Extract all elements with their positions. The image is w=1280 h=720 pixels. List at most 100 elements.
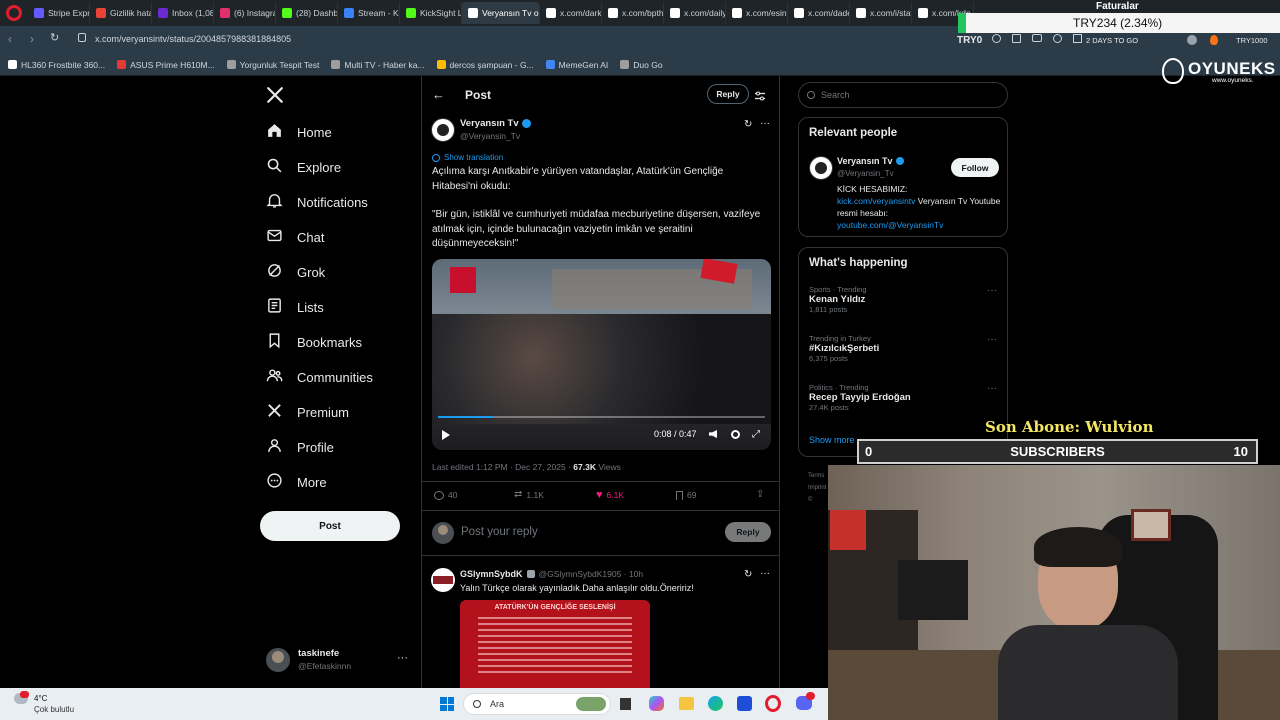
author-handle[interactable]: @Veryansin_Tv bbox=[460, 131, 520, 141]
reply-author-name[interactable]: GSlymnSybdK bbox=[460, 569, 523, 579]
browser-tab[interactable]: x.com/dark bbox=[540, 2, 602, 24]
file-explorer-icon[interactable] bbox=[679, 697, 694, 710]
url-field[interactable]: x.com/veryansintv/status/200485798838188… bbox=[95, 34, 291, 44]
reload-icon[interactable]: ↻ bbox=[50, 31, 59, 44]
post-more-icon[interactable]: ··· bbox=[760, 118, 770, 129]
back-arrow-icon[interactable]: ← bbox=[432, 87, 445, 102]
browser-tab[interactable]: x.com/esint bbox=[726, 2, 788, 24]
browser-tab[interactable]: Gizlilik hata bbox=[90, 2, 152, 24]
sliders-icon[interactable] bbox=[755, 88, 765, 101]
reply-grok-icon[interactable]: ↻ bbox=[744, 569, 752, 580]
opera-taskbar-icon[interactable] bbox=[765, 695, 781, 712]
author-avatar[interactable] bbox=[431, 118, 455, 142]
share-icon[interactable]: ⇪ bbox=[756, 489, 764, 500]
browser-tab[interactable]: (28) Dashbo bbox=[276, 2, 338, 24]
bookmark-item[interactable]: dercos şampuan - G... bbox=[436, 60, 534, 70]
nav-item-bookmarks[interactable]: Bookmarks bbox=[266, 332, 362, 352]
taskview-icon[interactable] bbox=[620, 698, 631, 710]
weather-desc[interactable]: Çok bulutlu bbox=[34, 705, 74, 714]
bio-kick-link[interactable]: kick.com/veryansintv bbox=[837, 196, 915, 206]
bookmark-item[interactable]: Duo Go bbox=[620, 60, 663, 70]
windows-start-icon[interactable] bbox=[440, 697, 454, 711]
settings-gear-icon[interactable] bbox=[731, 430, 740, 439]
reply-action[interactable]: 40 bbox=[434, 490, 457, 500]
camera-ext-icon[interactable] bbox=[1032, 34, 1042, 42]
volume-icon[interactable] bbox=[709, 430, 717, 438]
copilot-icon[interactable] bbox=[649, 696, 664, 711]
reply-author-avatar[interactable] bbox=[431, 568, 455, 592]
relevant-person-name[interactable]: Veryansın Tv bbox=[837, 156, 893, 166]
browser-tab[interactable]: Stream - Ki bbox=[338, 2, 400, 24]
cube-ext-icon[interactable] bbox=[1073, 34, 1082, 43]
bookmark-item[interactable]: Multi TV - Haber ka... bbox=[331, 60, 425, 70]
nav-item-explore[interactable]: Explore bbox=[266, 157, 341, 177]
reply-submit-button[interactable]: Reply bbox=[725, 522, 771, 542]
fullscreen-icon[interactable]: ⤢ bbox=[752, 429, 760, 440]
weather-temp[interactable]: 4°C bbox=[34, 694, 47, 703]
trend-item[interactable]: Sports · Trending Kenan Yıldız 1,811 posts… bbox=[809, 285, 999, 314]
trend-more-icon[interactable]: ··· bbox=[987, 334, 997, 345]
reply-input[interactable]: Post your reply bbox=[461, 526, 538, 538]
relevant-person-avatar[interactable] bbox=[809, 156, 833, 180]
bookmark-item[interactable]: MemeGen AI bbox=[545, 60, 608, 70]
show-translation-link[interactable]: Show translation bbox=[432, 153, 503, 162]
browser-tab[interactable]: Stripe Expre bbox=[28, 2, 90, 24]
account-more-icon[interactable]: ··· bbox=[397, 652, 408, 664]
search-input[interactable]: Search bbox=[798, 82, 1008, 108]
taskbar-search[interactable]: Ara bbox=[463, 693, 611, 715]
video-player[interactable]: 0:08 / 0:47 ⤢ bbox=[432, 259, 771, 450]
nav-item-chat[interactable]: Chat bbox=[266, 227, 324, 247]
browser-tab[interactable]: Inbox (1,08 bbox=[152, 2, 214, 24]
browser-tab[interactable]: (6) Instagra bbox=[214, 2, 276, 24]
opera-logo-icon[interactable] bbox=[6, 5, 22, 21]
trend-more-icon[interactable]: ··· bbox=[987, 383, 997, 394]
fire-ext-icon[interactable] bbox=[1210, 35, 1218, 45]
reply-more-icon[interactable]: ··· bbox=[760, 568, 770, 579]
x-logo-icon[interactable] bbox=[266, 86, 284, 109]
browser-tab[interactable]: Veryansın Tv on X: " bbox=[462, 2, 540, 24]
repost-action[interactable]: ⇄ 1.1K bbox=[514, 489, 544, 500]
forward-arrow-icon[interactable]: › bbox=[30, 32, 34, 46]
follow-button[interactable]: Follow bbox=[951, 158, 999, 177]
nav-item-more[interactable]: More bbox=[266, 472, 327, 492]
store-icon[interactable] bbox=[737, 696, 752, 711]
extension-try0[interactable]: TRY0 bbox=[957, 35, 982, 46]
back-arrow-icon[interactable]: ‹ bbox=[8, 32, 12, 46]
show-more-link[interactable]: Show more bbox=[809, 435, 855, 445]
bio-youtube-link[interactable]: youtube.com/@VeryansinTv bbox=[837, 219, 1002, 231]
nav-item-grok[interactable]: Grok bbox=[266, 262, 325, 282]
nav-item-profile[interactable]: Profile bbox=[266, 437, 334, 457]
header-reply-button[interactable]: Reply bbox=[707, 84, 749, 104]
nav-item-premium[interactable]: Premium bbox=[266, 402, 349, 422]
profile-ext-icon[interactable] bbox=[1187, 35, 1197, 45]
reply-image[interactable]: ATATÜRK'ÜN GENÇLİĞE SESLENİŞİ bbox=[460, 600, 650, 688]
trend-more-icon[interactable]: ··· bbox=[987, 285, 997, 296]
extension-try1000[interactable]: TRY1000 bbox=[1236, 36, 1268, 45]
author-name[interactable]: Veryansın Tv bbox=[460, 118, 519, 129]
browser-tab[interactable]: x.com/daily bbox=[664, 2, 726, 24]
extension-days-badge[interactable]: 2 DAYS TO GO bbox=[1086, 36, 1138, 45]
edit-ext-icon[interactable] bbox=[1012, 34, 1021, 43]
trend-item[interactable]: Politics · Trending Recep Tayyip Erdoğan 2… bbox=[809, 383, 999, 412]
browser-tab[interactable]: x.com/i/stat bbox=[850, 2, 912, 24]
grok-refresh-icon[interactable]: ↻ bbox=[744, 119, 752, 130]
browser-tab[interactable]: x.com/bpth bbox=[602, 2, 664, 24]
bookmark-action[interactable]: 69 bbox=[676, 490, 696, 500]
nav-item-notifications[interactable]: Notifications bbox=[266, 192, 368, 212]
browser-tab[interactable]: KickSight Li bbox=[400, 2, 462, 24]
video-progress-track[interactable] bbox=[438, 416, 765, 418]
bookmark-item[interactable]: ASUS Prime H610M... bbox=[117, 60, 215, 70]
play-icon[interactable] bbox=[442, 430, 450, 440]
edge-icon[interactable] bbox=[708, 696, 723, 711]
nav-item-home[interactable]: Home bbox=[266, 122, 332, 142]
bookmark-item[interactable]: HL360 Frostbite 360... bbox=[8, 60, 105, 70]
post-button[interactable]: Post bbox=[260, 511, 400, 541]
search-ext-icon[interactable] bbox=[992, 34, 1001, 43]
nav-item-lists[interactable]: Lists bbox=[266, 297, 324, 317]
reply-author-handle[interactable]: @GSlymnSybdK1905 · 10h bbox=[539, 569, 644, 579]
account-switcher[interactable]: taskinefe @Efetaskinnn ··· bbox=[266, 646, 411, 676]
browser-tab[interactable]: x.com/dade bbox=[788, 2, 850, 24]
heart-ext-icon[interactable] bbox=[1053, 34, 1062, 43]
trend-item[interactable]: Trending in Turkey #KızılcıkŞerbeti 6,375 … bbox=[809, 334, 999, 363]
relevant-person-handle[interactable]: @Veryansin_Tv bbox=[837, 169, 894, 178]
